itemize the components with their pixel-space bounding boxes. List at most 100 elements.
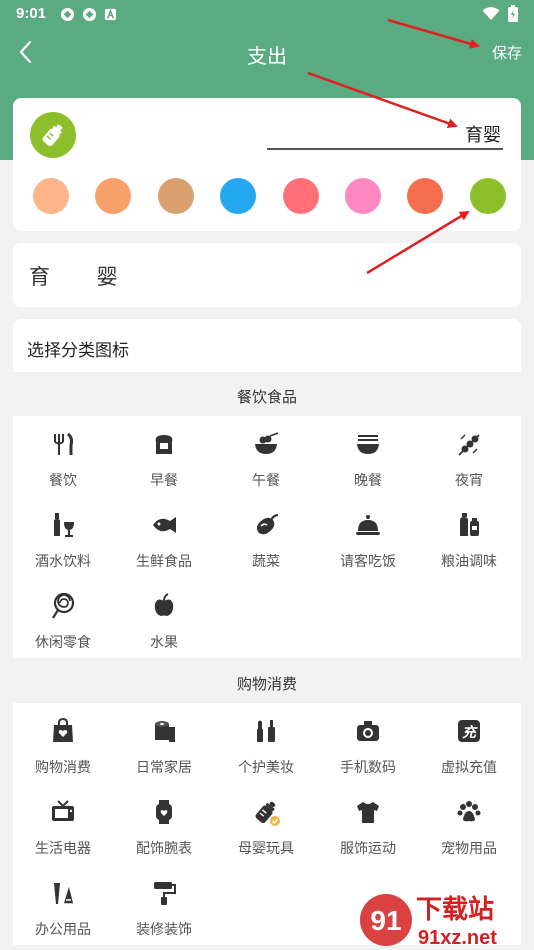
stationery-icon bbox=[54, 881, 75, 905]
notification-icon bbox=[82, 7, 97, 22]
toast-icon bbox=[155, 435, 173, 454]
recharge-icon: 充 bbox=[458, 720, 480, 742]
watch-icon bbox=[156, 800, 172, 824]
category-item-label: 生活电器 bbox=[35, 841, 91, 857]
status-time: 9:01 bbox=[16, 5, 47, 22]
category-item-label: 宠物用品 bbox=[441, 841, 497, 857]
category-item-label: 购物消费 bbox=[35, 760, 91, 776]
category-item-label: 早餐 bbox=[150, 473, 178, 489]
app-notification-icon bbox=[104, 7, 119, 22]
category-item[interactable]: 装修装饰 bbox=[114, 879, 214, 939]
paint-roller-icon bbox=[154, 882, 176, 905]
category-item-label: 请客吃饭 bbox=[340, 554, 396, 570]
cloche-icon bbox=[356, 515, 380, 535]
category-item-label: 母婴玩具 bbox=[238, 841, 294, 857]
color-swatch[interactable] bbox=[158, 178, 194, 214]
category-name-input[interactable] bbox=[267, 120, 503, 150]
category-item-label: 装修装饰 bbox=[136, 922, 192, 938]
color-swatch[interactable] bbox=[95, 178, 131, 214]
category-item[interactable]: 配饰腕表 bbox=[114, 798, 214, 858]
category-item-label: 酒水饮料 bbox=[35, 554, 91, 570]
tshirt-icon bbox=[357, 802, 379, 823]
battery-icon bbox=[508, 5, 518, 26]
category-item[interactable]: 生活电器 bbox=[13, 798, 113, 858]
apple-icon bbox=[154, 593, 174, 616]
category-item-label: 生鲜食品 bbox=[136, 554, 192, 570]
color-swatch[interactable] bbox=[407, 178, 443, 214]
noodle-bowl-icon bbox=[357, 435, 379, 454]
category-item-label: 配饰腕表 bbox=[136, 841, 192, 857]
skewer-icon bbox=[458, 434, 480, 456]
svg-text:充: 充 bbox=[462, 724, 478, 741]
category-item[interactable]: 母婴玩具 bbox=[216, 798, 316, 858]
notification-icon bbox=[60, 7, 75, 22]
eggplant-icon bbox=[256, 513, 279, 535]
category-item[interactable]: 购物消费 bbox=[13, 717, 113, 777]
category-item-label: 虚拟充值 bbox=[441, 760, 497, 776]
category-item[interactable]: 休闲零食 bbox=[13, 592, 113, 652]
tv-icon bbox=[52, 800, 74, 821]
wifi-icon bbox=[482, 6, 500, 25]
category-item[interactable]: 水果 bbox=[114, 592, 214, 652]
category-item[interactable]: 请客吃饭 bbox=[318, 511, 418, 571]
category-item[interactable]: 服饰运动 bbox=[318, 798, 418, 858]
category-item[interactable]: 蔬菜 bbox=[216, 511, 316, 571]
category-item-label: 服饰运动 bbox=[340, 841, 396, 857]
category-item-label: 水果 bbox=[150, 635, 178, 651]
watermark-logo: 91 bbox=[370, 905, 401, 936]
rice-bowl-icon bbox=[255, 432, 279, 454]
category-item[interactable]: 宠物用品 bbox=[419, 798, 519, 858]
camera-icon bbox=[357, 721, 379, 741]
choose-icon-header: 选择分类图标 bbox=[13, 319, 521, 372]
baby-bottle-icon bbox=[255, 801, 280, 826]
save-button[interactable]: 保存 bbox=[492, 42, 522, 63]
watermark: 91 下载站 91xz.net bbox=[358, 888, 528, 950]
category-name-preview: 育 婴 bbox=[29, 265, 138, 289]
category-item-label: 休闲零食 bbox=[35, 635, 91, 651]
category-item-label: 夜宵 bbox=[455, 473, 483, 489]
category-item[interactable]: 生鲜食品 bbox=[114, 511, 214, 571]
utensils-icon bbox=[54, 432, 74, 455]
category-item-label: 餐饮 bbox=[49, 473, 77, 489]
page-title: 支出 bbox=[247, 44, 287, 68]
baby-bottle-icon bbox=[42, 124, 63, 147]
color-swatch[interactable] bbox=[33, 178, 69, 214]
category-item[interactable]: 早餐 bbox=[114, 430, 214, 490]
category-item[interactable]: 粮油调味 bbox=[419, 511, 519, 571]
category-item[interactable]: 办公用品 bbox=[13, 879, 113, 939]
makeup-icon bbox=[257, 720, 275, 742]
section-title: 购物消费 bbox=[236, 675, 297, 693]
category-item[interactable]: 夜宵 bbox=[419, 430, 519, 490]
category-item-label: 晚餐 bbox=[354, 473, 382, 489]
category-item[interactable]: 晚餐 bbox=[318, 430, 418, 490]
category-editor-card bbox=[13, 98, 521, 231]
category-item-label: 午餐 bbox=[252, 473, 280, 489]
oil-bottle-icon bbox=[460, 513, 479, 536]
category-item-label: 粮油调味 bbox=[441, 554, 497, 570]
choose-icon-label: 选择分类图标 bbox=[27, 341, 129, 361]
category-item-label: 办公用品 bbox=[35, 922, 91, 938]
color-swatch[interactable] bbox=[283, 178, 319, 214]
watermark-url: 91xz.net bbox=[418, 927, 497, 949]
category-item[interactable]: 午餐 bbox=[216, 430, 316, 490]
color-swatch[interactable] bbox=[220, 178, 256, 214]
wine-icon bbox=[54, 513, 74, 537]
color-swatch[interactable] bbox=[470, 178, 506, 214]
tissue-roll-icon bbox=[155, 721, 175, 742]
category-preview-card: 育 婴 bbox=[13, 243, 521, 307]
paw-icon bbox=[457, 801, 481, 822]
lollipop-icon bbox=[52, 592, 75, 619]
category-item[interactable]: 日常家居 bbox=[114, 717, 214, 777]
category-item-label: 蔬菜 bbox=[252, 554, 280, 570]
category-item[interactable]: 个护美妆 bbox=[216, 717, 316, 777]
fish-icon bbox=[153, 517, 176, 533]
category-item[interactable]: 充虚拟充值 bbox=[419, 717, 519, 777]
nav-bar: 支出 保存 bbox=[0, 28, 534, 76]
category-item[interactable]: 手机数码 bbox=[318, 717, 418, 777]
section-title: 餐饮食品 bbox=[236, 388, 297, 406]
category-item-label: 个护美妆 bbox=[238, 760, 294, 776]
category-item-label: 手机数码 bbox=[340, 760, 396, 776]
category-item[interactable]: 餐饮 bbox=[13, 430, 113, 490]
color-swatch[interactable] bbox=[345, 178, 381, 214]
category-item[interactable]: 酒水饮料 bbox=[13, 511, 113, 571]
